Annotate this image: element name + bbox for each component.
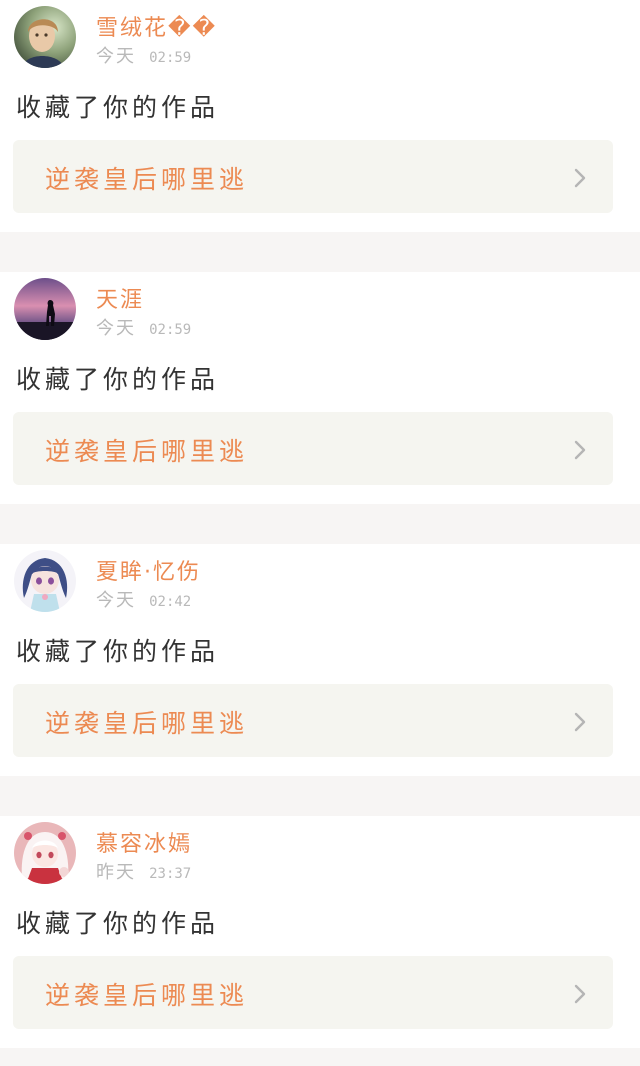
- timestamp-time: 02:59: [149, 322, 192, 338]
- timestamp-time: 23:37: [149, 866, 192, 882]
- work-title[interactable]: 逆袭皇后哪里逃: [45, 976, 248, 1012]
- section-divider: [0, 1048, 640, 1066]
- chevron-right-icon: [573, 711, 587, 733]
- timestamp-day: 今天: [96, 46, 136, 67]
- action-text: 收藏了你的作品: [16, 637, 220, 666]
- timestamp: 昨天 23:37: [96, 858, 191, 884]
- notification-card: 夏眸·忆伤 今天 02:42 收藏了你的作品 逆袭皇后哪里逃: [0, 544, 640, 776]
- timestamp-day: 昨天: [96, 862, 136, 883]
- username[interactable]: 慕容冰嫣: [96, 826, 192, 858]
- work-title[interactable]: 逆袭皇后哪里逃: [45, 160, 248, 196]
- action-text: 收藏了你的作品: [16, 909, 220, 938]
- chevron-right-icon: [573, 439, 587, 461]
- notification-feed: 雪绒花�� 今天 02:59 收藏了你的作品 逆袭皇后哪里逃 天涯 今天 02:…: [0, 0, 640, 1066]
- timestamp: 今天 02:59: [96, 42, 191, 68]
- section-divider: [0, 232, 640, 272]
- timestamp: 今天 02:42: [96, 586, 191, 612]
- section-divider: [0, 504, 640, 544]
- chevron-right-icon: [573, 983, 587, 1005]
- notification-card: 雪绒花�� 今天 02:59 收藏了你的作品 逆袭皇后哪里逃: [0, 0, 640, 232]
- username[interactable]: 雪绒花��: [96, 10, 217, 42]
- action-text: 收藏了你的作品: [16, 365, 220, 394]
- work-link-card[interactable]: 逆袭皇后哪里逃: [13, 140, 613, 213]
- chevron-right-icon: [573, 167, 587, 189]
- notification-card: 天涯 今天 02:59 收藏了你的作品 逆袭皇后哪里逃: [0, 272, 640, 504]
- work-link-card[interactable]: 逆袭皇后哪里逃: [13, 412, 613, 485]
- action-text: 收藏了你的作品: [16, 93, 220, 122]
- timestamp-time: 02:42: [149, 594, 192, 610]
- user-avatar[interactable]: [14, 6, 76, 68]
- username[interactable]: 夏眸·忆伤: [96, 554, 201, 586]
- work-title[interactable]: 逆袭皇后哪里逃: [45, 704, 248, 740]
- work-link-card[interactable]: 逆袭皇后哪里逃: [13, 684, 613, 757]
- timestamp-day: 今天: [96, 318, 136, 339]
- timestamp: 今天 02:59: [96, 314, 191, 340]
- user-avatar[interactable]: [14, 822, 76, 884]
- username[interactable]: 天涯: [96, 282, 144, 314]
- timestamp-day: 今天: [96, 590, 136, 611]
- work-link-card[interactable]: 逆袭皇后哪里逃: [13, 956, 613, 1029]
- work-title[interactable]: 逆袭皇后哪里逃: [45, 432, 248, 468]
- timestamp-time: 02:59: [149, 50, 192, 66]
- notification-card: 慕容冰嫣 昨天 23:37 收藏了你的作品 逆袭皇后哪里逃: [0, 816, 640, 1048]
- user-avatar[interactable]: [14, 278, 76, 340]
- section-divider: [0, 776, 640, 816]
- user-avatar[interactable]: [14, 550, 76, 612]
